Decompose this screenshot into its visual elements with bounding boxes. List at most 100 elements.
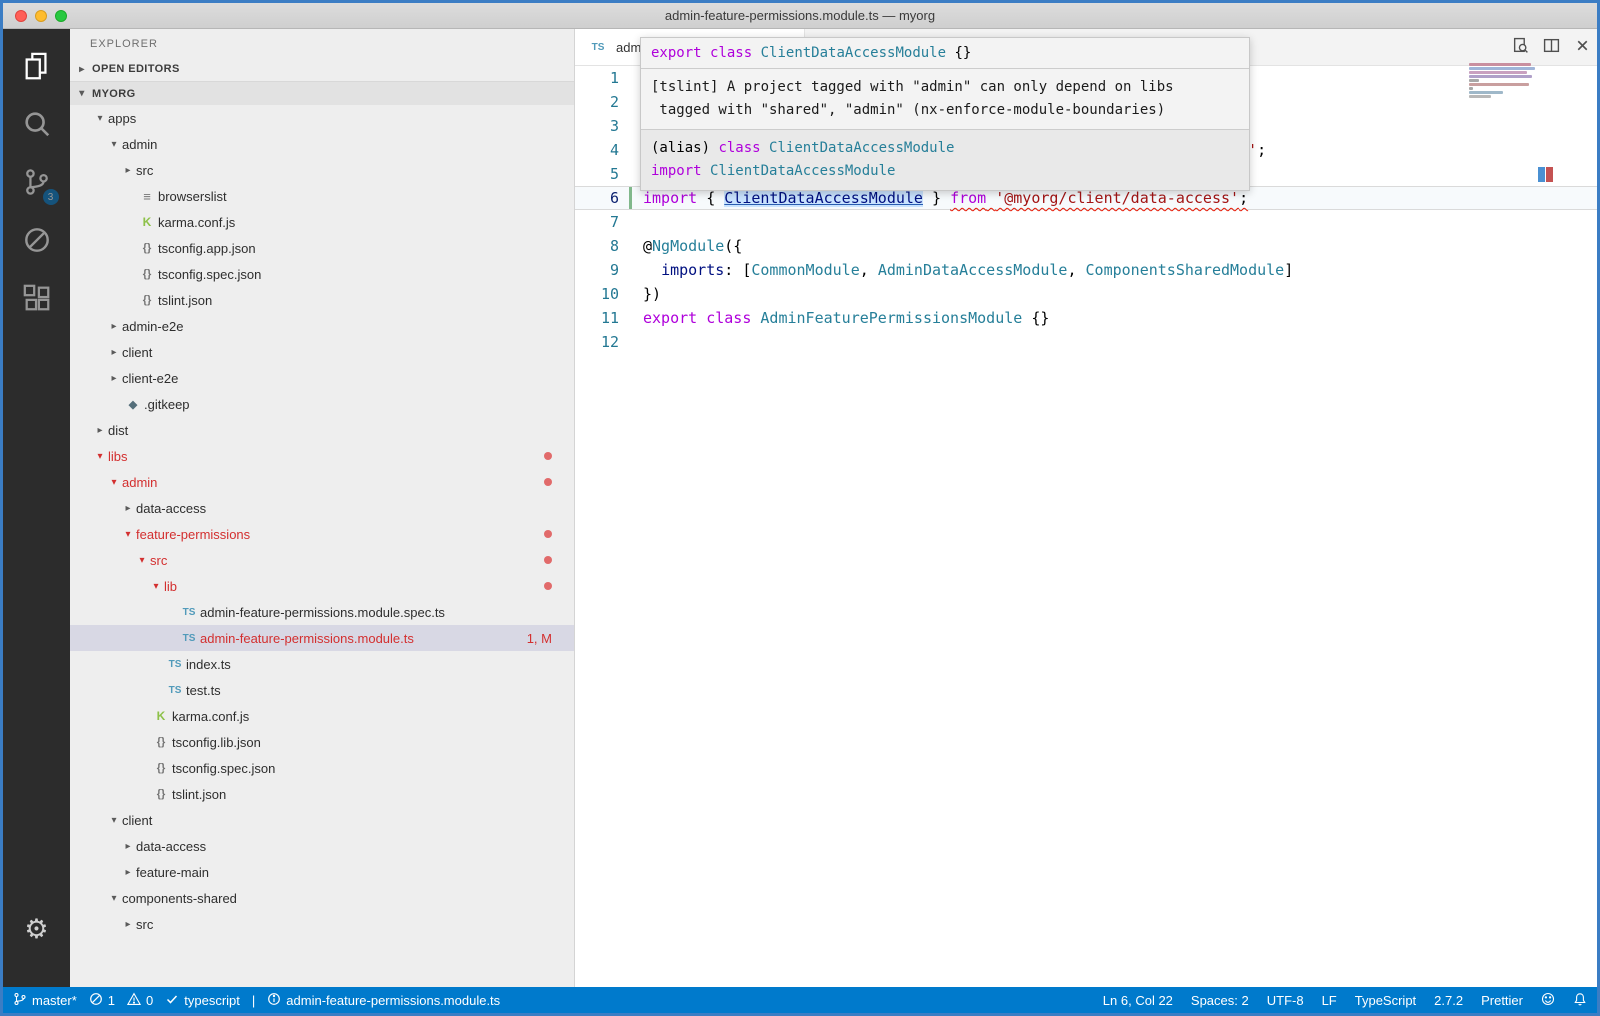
indentation[interactable]: Spaces: 2 bbox=[1191, 993, 1249, 1008]
debug-icon[interactable] bbox=[13, 211, 61, 269]
open-editors-section[interactable]: ▸ OPEN EDITORS bbox=[70, 57, 574, 81]
chevron-down-icon[interactable]: ▾ bbox=[106, 139, 122, 150]
typescript-version[interactable]: 2.7.2 bbox=[1434, 993, 1463, 1008]
tree-item[interactable]: ▸data-access bbox=[70, 495, 574, 521]
tree-item[interactable]: {}tsconfig.lib.json bbox=[70, 729, 574, 755]
chevron-right-icon[interactable]: ▸ bbox=[120, 165, 136, 176]
tree-item[interactable]: ▸client-e2e bbox=[70, 365, 574, 391]
line-number[interactable]: 2 bbox=[575, 93, 619, 111]
minimap[interactable] bbox=[1469, 63, 1543, 103]
chevron-right-icon[interactable]: ▸ bbox=[120, 919, 136, 930]
active-file-status[interactable]: admin-feature-permissions.module.ts bbox=[267, 992, 500, 1009]
chevron-down-icon[interactable]: ▾ bbox=[120, 529, 136, 540]
tree-item[interactable]: ▾libs bbox=[70, 443, 574, 469]
status-divider[interactable]: | bbox=[252, 993, 255, 1008]
eol[interactable]: LF bbox=[1322, 993, 1337, 1008]
error-count[interactable]: 1 bbox=[89, 992, 115, 1009]
tree-item[interactable]: ▾components-shared bbox=[70, 885, 574, 911]
chevron-down-icon[interactable]: ▾ bbox=[92, 113, 108, 124]
chevron-down-icon[interactable]: ▾ bbox=[106, 893, 122, 904]
tree-item[interactable]: ▾lib bbox=[70, 573, 574, 599]
close-window-button[interactable] bbox=[15, 10, 27, 22]
code-line[interactable]: 10}) bbox=[575, 282, 1597, 306]
tree-item[interactable]: ≡browserslist bbox=[70, 183, 574, 209]
explorer-icon[interactable] bbox=[13, 37, 61, 95]
zoom-window-button[interactable] bbox=[55, 10, 67, 22]
tree-item[interactable]: TSadmin-feature-permissions.module.spec.… bbox=[70, 599, 574, 625]
tree-item[interactable]: {}tsconfig.spec.json bbox=[70, 261, 574, 287]
code-token[interactable]: ClientDataAccessModule bbox=[724, 189, 923, 207]
notifications[interactable] bbox=[1573, 992, 1587, 1009]
line-number[interactable]: 11 bbox=[575, 309, 619, 327]
tree-item[interactable]: ▸data-access bbox=[70, 833, 574, 859]
chevron-right-icon[interactable]: ▸ bbox=[92, 425, 108, 436]
folder-root-section[interactable]: ▾ MYORG bbox=[70, 81, 574, 105]
gear-icon[interactable]: ⚙ bbox=[24, 914, 48, 945]
chevron-right-icon[interactable]: ▸ bbox=[120, 867, 136, 878]
tree-item[interactable]: Kkarma.conf.js bbox=[70, 209, 574, 235]
tree-item[interactable]: ▸src bbox=[70, 157, 574, 183]
tree-item[interactable]: ▸client bbox=[70, 339, 574, 365]
line-number[interactable]: 4 bbox=[575, 141, 619, 159]
code-line[interactable]: 7 bbox=[575, 210, 1597, 234]
line-number[interactable]: 1 bbox=[575, 69, 619, 87]
tree-item[interactable]: ▾src bbox=[70, 547, 574, 573]
line-number[interactable]: 6 bbox=[575, 189, 619, 207]
chevron-down-icon[interactable]: ▾ bbox=[106, 815, 122, 826]
tree-item[interactable]: TStest.ts bbox=[70, 677, 574, 703]
line-number[interactable]: 5 bbox=[575, 165, 619, 183]
close-icon[interactable] bbox=[1574, 37, 1591, 59]
tslint-status[interactable]: typescript bbox=[165, 992, 240, 1009]
code-line[interactable]: 12 bbox=[575, 330, 1597, 354]
tree-item[interactable]: ▾admin bbox=[70, 469, 574, 495]
code-token: ; bbox=[1257, 141, 1266, 159]
code-line[interactable]: 8@NgModule({ bbox=[575, 234, 1597, 258]
chevron-right-icon[interactable]: ▸ bbox=[106, 347, 122, 358]
tree-item[interactable]: ▾client bbox=[70, 807, 574, 833]
open-changes-icon[interactable] bbox=[1512, 37, 1529, 59]
chevron-down-icon[interactable]: ▾ bbox=[148, 581, 164, 592]
feedback[interactable] bbox=[1541, 992, 1555, 1009]
chevron-right-icon[interactable]: ▸ bbox=[106, 321, 122, 332]
tree-item[interactable]: ▸feature-main bbox=[70, 859, 574, 885]
tree-item[interactable]: TSadmin-feature-permissions.module.ts1, … bbox=[70, 625, 574, 651]
chevron-down-icon[interactable]: ▾ bbox=[134, 555, 150, 566]
line-number[interactable]: 12 bbox=[575, 333, 619, 351]
tree-item[interactable]: ▸admin-e2e bbox=[70, 313, 574, 339]
language-mode[interactable]: TypeScript bbox=[1355, 993, 1416, 1008]
code-line[interactable]: 9 imports: [CommonModule, AdminDataAcces… bbox=[575, 258, 1597, 282]
tree-item[interactable]: {}tslint.json bbox=[70, 781, 574, 807]
line-number[interactable]: 10 bbox=[575, 285, 619, 303]
tree-item[interactable]: ▾feature-permissions bbox=[70, 521, 574, 547]
cursor-position[interactable]: Ln 6, Col 22 bbox=[1103, 993, 1173, 1008]
tree-item[interactable]: ◆.gitkeep bbox=[70, 391, 574, 417]
encoding[interactable]: UTF-8 bbox=[1267, 993, 1304, 1008]
tree-item[interactable]: ▾admin bbox=[70, 131, 574, 157]
search-icon[interactable] bbox=[13, 95, 61, 153]
line-number[interactable]: 8 bbox=[575, 237, 619, 255]
line-number[interactable]: 3 bbox=[575, 117, 619, 135]
minimize-window-button[interactable] bbox=[35, 10, 47, 22]
git-branch-status[interactable]: master* bbox=[13, 992, 77, 1009]
tree-item[interactable]: TSindex.ts bbox=[70, 651, 574, 677]
line-number[interactable]: 9 bbox=[575, 261, 619, 279]
tree-item[interactable]: {}tslint.json bbox=[70, 287, 574, 313]
source-control-icon[interactable]: 3 bbox=[13, 153, 61, 211]
tree-item[interactable]: {}tsconfig.app.json bbox=[70, 235, 574, 261]
tree-item[interactable]: Kkarma.conf.js bbox=[70, 703, 574, 729]
chevron-down-icon[interactable]: ▾ bbox=[92, 451, 108, 462]
chevron-right-icon[interactable]: ▸ bbox=[106, 373, 122, 384]
line-number[interactable]: 7 bbox=[575, 213, 619, 231]
chevron-down-icon[interactable]: ▾ bbox=[106, 477, 122, 488]
chevron-right-icon[interactable]: ▸ bbox=[120, 503, 136, 514]
warning-count[interactable]: 0 bbox=[127, 992, 153, 1009]
tree-item[interactable]: ▾apps bbox=[70, 105, 574, 131]
extensions-icon[interactable] bbox=[13, 269, 61, 327]
tree-item[interactable]: ▸dist bbox=[70, 417, 574, 443]
tree-item[interactable]: {}tsconfig.spec.json bbox=[70, 755, 574, 781]
chevron-right-icon[interactable]: ▸ bbox=[120, 841, 136, 852]
prettier-status[interactable]: Prettier bbox=[1481, 993, 1523, 1008]
split-editor-icon[interactable] bbox=[1543, 37, 1560, 59]
code-line[interactable]: 11export class AdminFeaturePermissionsMo… bbox=[575, 306, 1597, 330]
tree-item[interactable]: ▸src bbox=[70, 911, 574, 937]
